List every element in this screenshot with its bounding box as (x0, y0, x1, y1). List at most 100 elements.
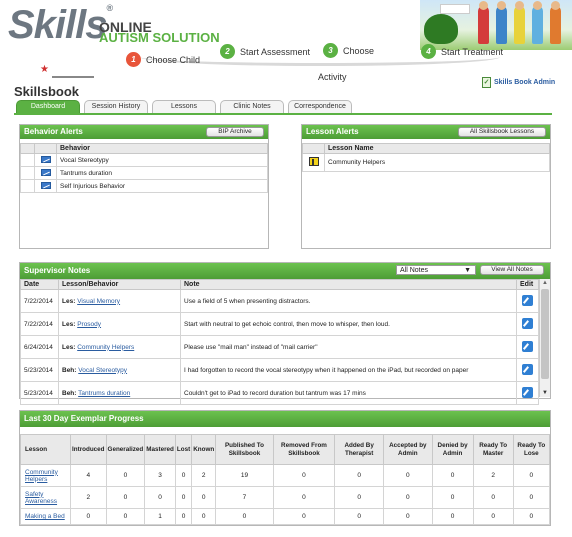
note-lesson-cell: Beh: Tantrums duration (58, 381, 181, 405)
supervisor-notes-table: Date Lesson/Behavior Note Edit 7/22/2014… (20, 279, 539, 405)
lesson-alerts-table: Lesson Name Community Helpers (302, 143, 550, 172)
scroll-down-icon[interactable]: ▼ (542, 390, 548, 396)
table-row[interactable]: Vocal Stereotypy (20, 153, 268, 167)
child-name-blank (52, 70, 94, 78)
note-text: Please use "mail man" instead of "mail c… (180, 335, 517, 359)
notes-scrollbar[interactable]: ▲ ▼ (539, 279, 550, 397)
skills-book-admin-link[interactable]: ✓ Skills Book Admin (482, 77, 555, 88)
row-spacer-cell (20, 153, 35, 167)
all-skillsbook-lessons-button[interactable]: All Skillsbook Lessons (458, 127, 546, 137)
edit-icon[interactable] (522, 294, 533, 306)
col-header: Known (191, 434, 217, 465)
value-cell: 0 (512, 464, 550, 487)
edit-cell (516, 335, 539, 359)
scrollbar-thumb[interactable] (541, 289, 549, 379)
note-lesson-link[interactable]: Prosody (77, 321, 101, 328)
edit-col-header: Edit (516, 279, 539, 290)
panel-title: Behavior Alerts (24, 127, 83, 136)
exemplar-progress-table: Lesson Introduced Generalized Mastered L… (20, 434, 550, 525)
step-start-assessment[interactable]: 2 Start Assessment (220, 44, 310, 59)
value-cell: 0 (431, 486, 474, 509)
supervisor-notes-panel: Supervisor Notes All Notes ▼ View All No… (19, 262, 551, 405)
note-lesson-cell: Les: Visual Memory (58, 289, 181, 313)
logo-subtitle-autism: AUTISM SOLUTION (99, 30, 220, 45)
flag-icon-cell (302, 153, 325, 172)
lesson-name: Community Helpers (324, 153, 550, 172)
chart-icon[interactable] (40, 181, 51, 189)
note-lesson-link[interactable]: Visual Memory (77, 298, 120, 305)
value-cell: 0 (512, 486, 550, 509)
child-figure (478, 1, 489, 44)
note-lesson-link[interactable]: Vocal Stereotypy (78, 367, 127, 374)
icon-col-header (34, 143, 57, 154)
table-row[interactable]: Community Helpers (302, 153, 550, 172)
table-row: 6/24/2014 Les: Community Helpers Please … (20, 335, 539, 359)
exemplar-progress-header: Last 30 Day Exemplar Progress (20, 411, 550, 427)
edit-icon[interactable] (522, 386, 533, 398)
chevron-down-icon: ▼ (464, 267, 471, 274)
col-header: Published To Skillsbook (215, 434, 274, 465)
tab-correspondence[interactable]: Correspondence (288, 100, 352, 113)
tab-session-history[interactable]: Session History (84, 100, 148, 113)
view-all-notes-button[interactable]: View All Notes (480, 265, 544, 275)
behavior-alerts-panel: Behavior Alerts BIP Archive Behavior Voc… (19, 124, 269, 249)
chart-icon-cell (34, 153, 57, 167)
table-row: Community Helpers 4 0 3 0 2 19 0 0 0 0 2… (20, 464, 550, 487)
step-choose-activity[interactable]: 3 Choose (323, 43, 374, 58)
chart-icon-cell (34, 166, 57, 180)
step-start-treatment[interactable]: 4 Start Treatment (421, 44, 503, 59)
scroll-up-icon[interactable]: ▲ (542, 280, 548, 286)
exemplar-progress-panel: Last 30 Day Exemplar Progress Lesson Int… (19, 410, 551, 526)
note-col-header: Note (180, 279, 517, 290)
flag-icon[interactable] (308, 157, 319, 166)
table-row[interactable]: Self Injurious Behavior (20, 179, 268, 193)
edit-icon[interactable] (522, 317, 533, 329)
note-lesson-link[interactable]: Tantrums duration (78, 390, 130, 397)
chart-icon[interactable] (40, 155, 51, 163)
value-cell: 2 (70, 486, 107, 509)
behavior-alerts-table: Behavior Vocal Stereotypy Tantrums durat… (20, 143, 268, 193)
step-label-activity: Activity (318, 72, 347, 82)
table-header-row: Date Lesson/Behavior Note Edit (20, 279, 539, 290)
tab-bar: Dashboard Session History Lessons Clinic… (16, 100, 352, 113)
note-lesson-link[interactable]: Community Helpers (77, 344, 134, 351)
row-spacer-cell (20, 166, 35, 180)
value-cell: 0 (144, 486, 176, 509)
col-header: Ready To Lose (512, 434, 550, 465)
note-text: Use a field of 5 when presenting distrac… (180, 289, 517, 313)
step-choose-child[interactable]: 1 Choose Child (126, 52, 200, 67)
note-type: Beh: (62, 389, 77, 397)
edit-icon[interactable] (522, 340, 533, 352)
value-cell: 0 (272, 464, 336, 487)
tab-clinic-notes[interactable]: Clinic Notes (220, 100, 284, 113)
chart-icon-cell (34, 179, 57, 193)
chart-icon[interactable] (40, 168, 51, 176)
step-number-4: 4 (421, 44, 436, 59)
value-cell: 0 (105, 486, 146, 509)
value-cell: 0 (334, 508, 385, 525)
value-cell: 0 (334, 464, 385, 487)
step-number-1: 1 (126, 52, 141, 67)
note-lesson-cell: Beh: Vocal Stereotypy (58, 358, 181, 382)
table-row[interactable]: Tantrums duration (20, 166, 268, 180)
notes-body: Date Lesson/Behavior Note Edit 7/22/2014… (20, 279, 550, 405)
value-cell: 0 (70, 508, 107, 525)
note-date: 5/23/2014 (20, 358, 59, 382)
lesson-link[interactable]: Safety Awareness (25, 491, 57, 505)
lesson-behavior-col-header: Lesson/Behavior (58, 279, 181, 290)
tab-dashboard[interactable]: Dashboard (16, 100, 80, 113)
value-cell: 0 (215, 508, 274, 525)
note-date: 7/22/2014 (20, 289, 59, 313)
value-cell: 0 (431, 464, 474, 487)
lesson-link[interactable]: Community Helpers (25, 469, 58, 483)
lesson-cell: Community Helpers (20, 464, 71, 487)
edit-icon[interactable] (522, 363, 533, 375)
notes-filter-select[interactable]: All Notes ▼ (396, 265, 476, 275)
note-date: 6/24/2014 (20, 335, 59, 359)
col-header: Ready To Master (472, 434, 514, 465)
lesson-link[interactable]: Making a Bed (25, 513, 65, 520)
value-cell: 0 (383, 464, 433, 487)
tab-lessons[interactable]: Lessons (152, 100, 216, 113)
bip-archive-button[interactable]: BIP Archive (206, 127, 264, 137)
table-row: Making a Bed 0 0 1 0 0 0 0 0 0 0 0 0 (20, 508, 550, 525)
